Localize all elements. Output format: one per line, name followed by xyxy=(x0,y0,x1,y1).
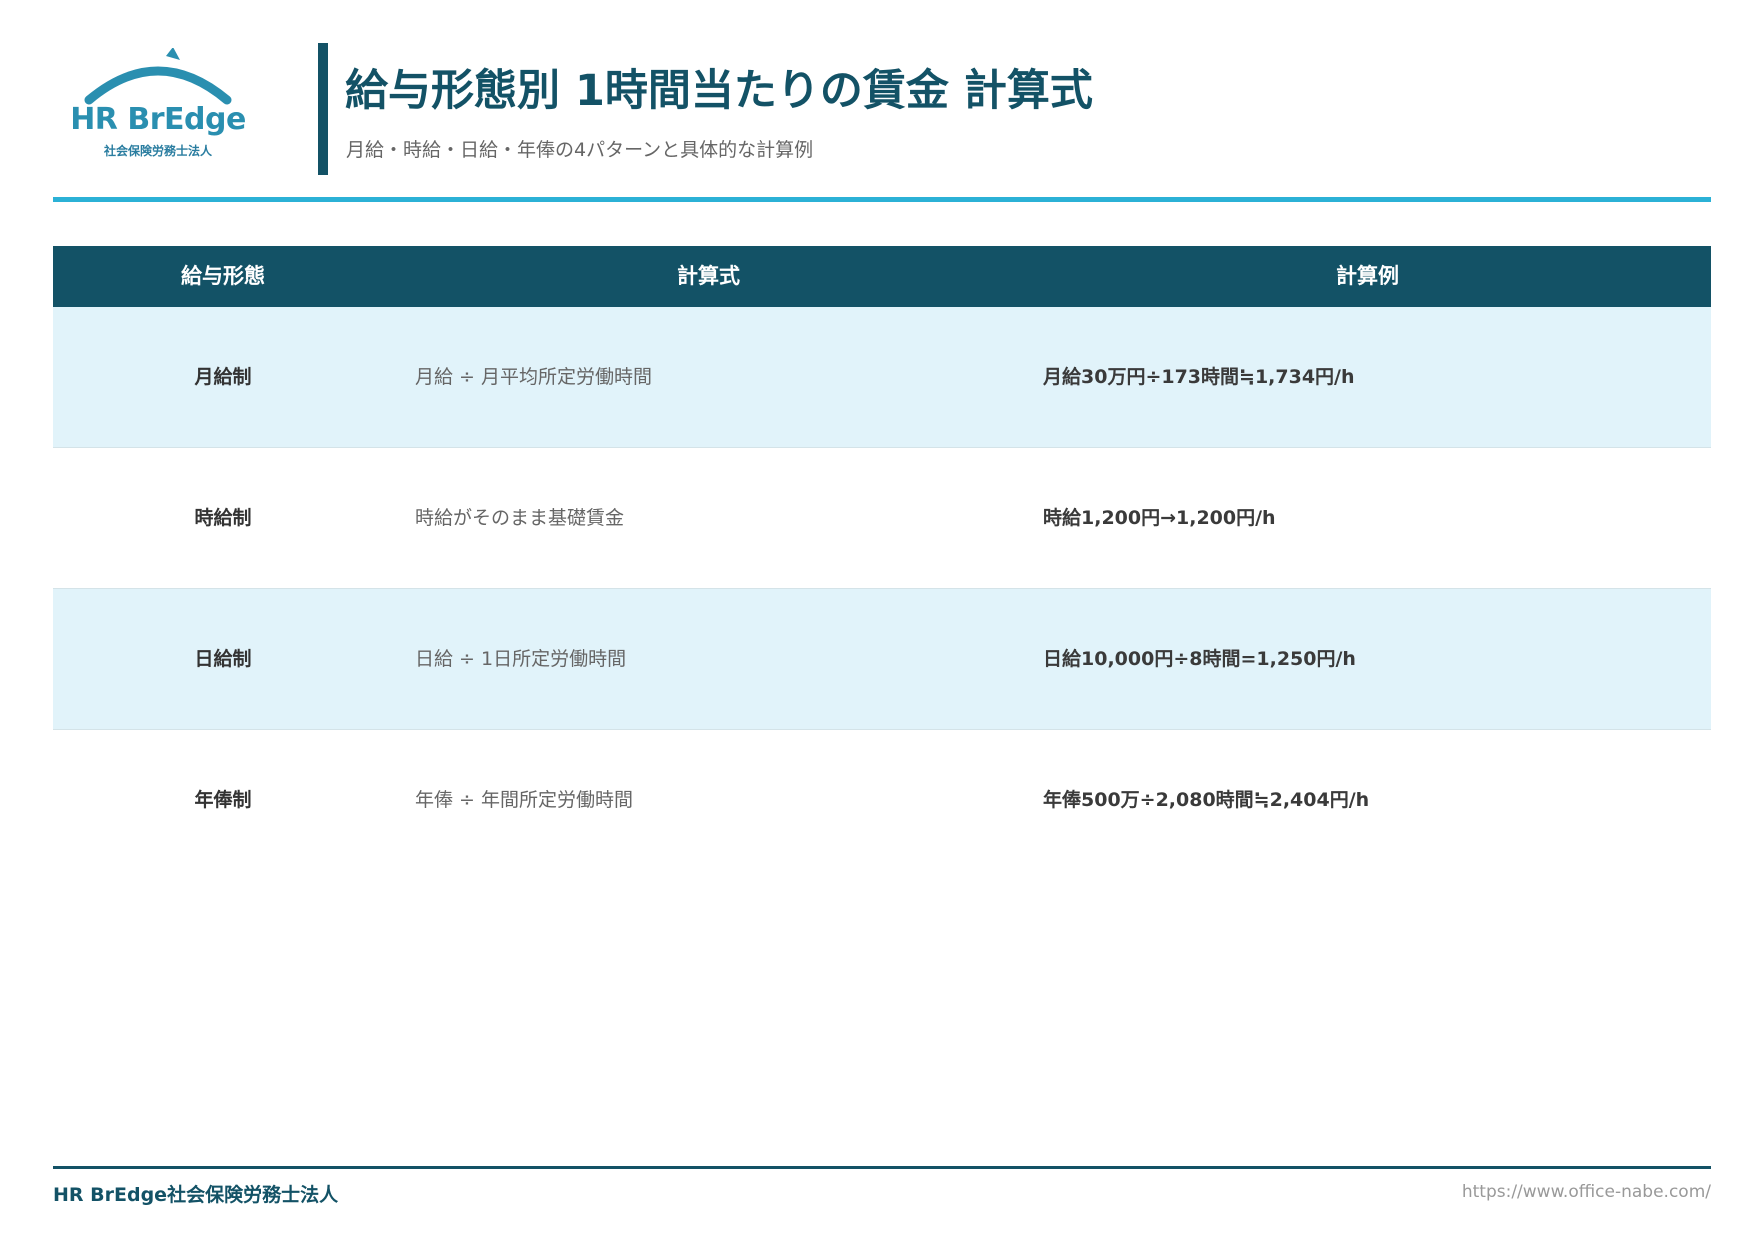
column-header-example: 計算例 xyxy=(1336,264,1399,288)
logo-name: HR BrEdge xyxy=(70,102,246,137)
table-row: 月給制 月給 ÷ 月平均所定労働時間 月給30万円÷173時間≒1,734円/h xyxy=(53,307,1711,448)
column-header-formula: 計算式 xyxy=(677,264,740,288)
formula-cell: 時給がそのまま基礎賃金 xyxy=(415,507,625,529)
example-cell: 月給30万円÷173時間≒1,734円/h xyxy=(1043,366,1355,388)
pay-type-cell: 日給制 xyxy=(194,648,252,670)
footer-divider xyxy=(53,1166,1711,1169)
page-subtitle: 月給・時給・日給・年俸の4パターンと具体的な計算例 xyxy=(346,139,814,161)
footer-url: https://www.office-nabe.com/ xyxy=(1461,1182,1711,1202)
table-header: 給与形態 計算式 計算例 xyxy=(53,246,1711,307)
example-cell: 時給1,200円→1,200円/h xyxy=(1043,507,1276,529)
pay-type-cell: 月給制 xyxy=(194,366,252,388)
formula-cell: 月給 ÷ 月平均所定労働時間 xyxy=(415,366,652,388)
table-row: 年俸制 年俸 ÷ 年間所定労働時間 年俸500万÷2,080時間≒2,404円/… xyxy=(53,730,1711,871)
table-row: 日給制 日給 ÷ 1日所定労働時間 日給10,000円÷8時間=1,250円/h xyxy=(53,589,1711,730)
table-row: 時給制 時給がそのまま基礎賃金 時給1,200円→1,200円/h xyxy=(53,448,1711,589)
page-title: 給与形態別 1時間当たりの賃金 計算式 xyxy=(345,66,1093,116)
logo-subname: 社会保険労務士法人 xyxy=(103,144,212,158)
formula-cell: 年俸 ÷ 年間所定労働時間 xyxy=(415,789,633,811)
footer-company-name: HR BrEdge社会保険労務士法人 xyxy=(53,1184,339,1206)
pay-type-cell: 年俸制 xyxy=(194,789,252,811)
column-header-type: 給与形態 xyxy=(181,264,265,288)
formula-cell: 日給 ÷ 1日所定労働時間 xyxy=(415,648,627,670)
title-accent-bar xyxy=(318,43,328,175)
wage-formula-table: 給与形態 計算式 計算例 月給制 月給 ÷ 月平均所定労働時間 月給30万円÷1… xyxy=(53,246,1711,871)
page-header: HR BrEdge 社会保険労務士法人 給与形態別 1時間当たりの賃金 計算式 … xyxy=(53,40,1711,200)
company-logo: HR BrEdge 社会保険労務士法人 xyxy=(69,48,247,158)
example-cell: 日給10,000円÷8時間=1,250円/h xyxy=(1043,648,1356,670)
pay-type-cell: 時給制 xyxy=(194,507,252,529)
header-divider xyxy=(53,197,1711,202)
example-cell: 年俸500万÷2,080時間≒2,404円/h xyxy=(1043,789,1370,811)
